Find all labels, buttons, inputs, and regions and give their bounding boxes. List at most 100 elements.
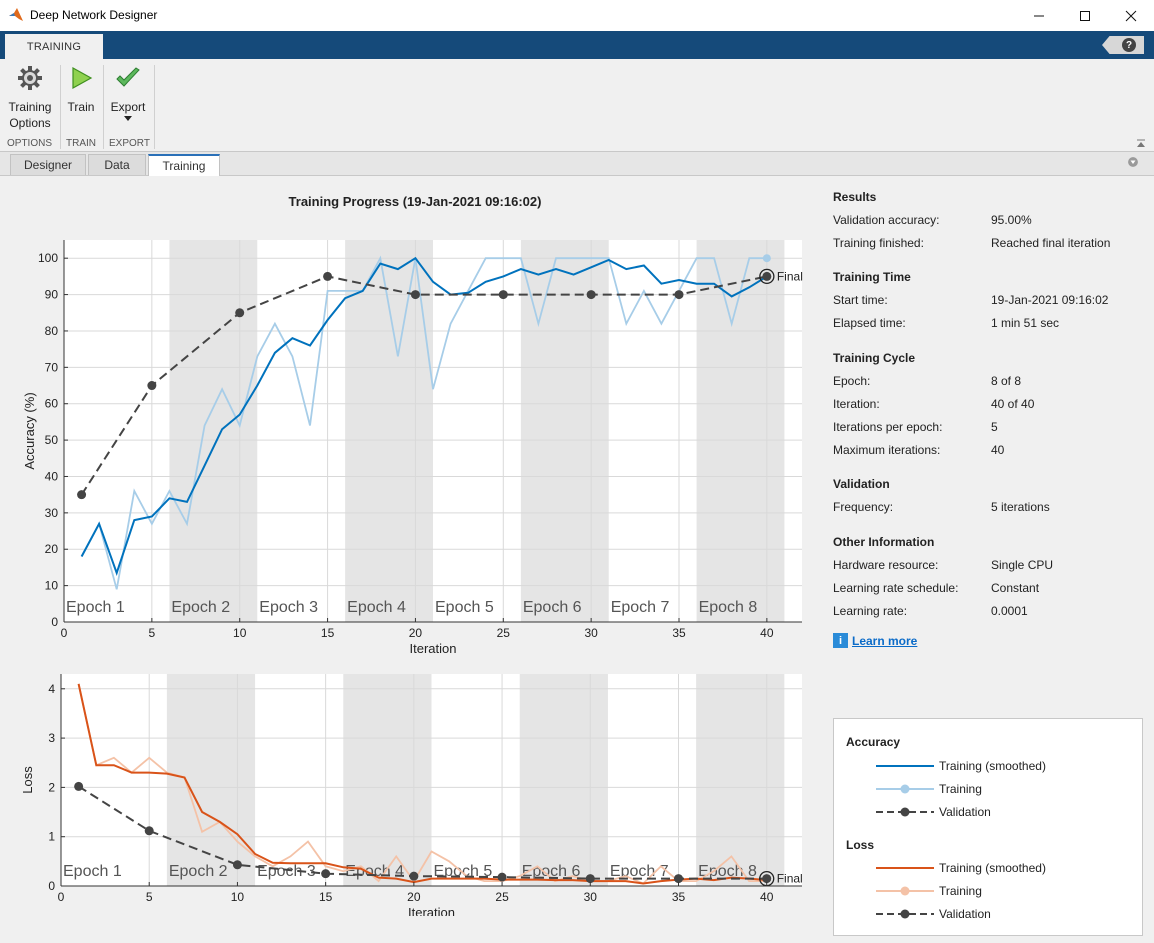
- finished-label: Training finished:: [833, 236, 924, 250]
- close-icon: [1125, 10, 1137, 21]
- acc-y-tick-label: 10: [45, 579, 59, 593]
- acc-y-tick-label: 80: [45, 324, 59, 338]
- start-time-label: Start time:: [833, 293, 888, 307]
- minimize-button[interactable]: [1016, 0, 1062, 31]
- acc-y-tick-label: 90: [45, 288, 59, 302]
- validation-heading: Validation: [833, 477, 890, 491]
- loss-validation-point: [74, 781, 84, 791]
- legend-loss-validation: Validation: [939, 907, 991, 921]
- legend-acc-smoothed-swatch: [876, 765, 934, 767]
- ribbon-bar: TRAINING ?: [0, 31, 1154, 59]
- acc-y-tick-label: 0: [51, 615, 58, 629]
- iter-per-epoch-value: 5: [991, 420, 998, 434]
- acc-epoch-band: [520, 240, 609, 622]
- export-button[interactable]: Export: [106, 65, 150, 123]
- learn-more-link[interactable]: Learn more: [852, 634, 917, 648]
- loss-x-tick-label: 35: [672, 890, 686, 904]
- loss-validation-point: [232, 860, 242, 870]
- loss-validation-point: [674, 874, 683, 884]
- acc-epoch-label: Epoch 7: [611, 599, 670, 616]
- ribbon-tab-training[interactable]: TRAINING: [5, 34, 103, 59]
- loss-x-tick-label: 20: [407, 890, 421, 904]
- acc-x-tick-label: 25: [497, 626, 511, 640]
- legend-loss-training-swatch: [876, 886, 934, 896]
- frequency-label: Frequency:: [833, 500, 894, 514]
- val-acc-value: 95.00%: [991, 213, 1032, 227]
- tab-data[interactable]: Data: [88, 154, 146, 175]
- minimize-icon: [1034, 15, 1044, 16]
- legend-loss-smoothed-swatch: [876, 867, 934, 869]
- training-time-heading: Training Time: [833, 270, 911, 284]
- legend-acc-training: Training: [939, 782, 982, 796]
- matlab-logo-icon: [9, 8, 23, 21]
- loss-y-axis-label: Loss: [20, 766, 35, 794]
- acc-x-tick-label: 15: [321, 626, 335, 640]
- window-title: Deep Network Designer: [30, 8, 158, 22]
- acc-epoch-label: Epoch 5: [435, 599, 494, 616]
- training-view: Training Progress (19-Jan-2021 09:16:02)…: [0, 176, 1154, 943]
- toolstrip: Training Options Train Export OPTIONS TR…: [0, 59, 1154, 152]
- epoch-value: 8 of 8: [991, 374, 1022, 388]
- loss-x-tick-label: 5: [146, 890, 153, 904]
- acc-validation-point: [410, 290, 420, 300]
- document-tabs: Designer Data Training: [0, 152, 1154, 176]
- dropdown-arrow-icon: [124, 116, 132, 121]
- legend-loss-validation-swatch: [876, 909, 934, 919]
- acc-validation-point: [586, 290, 596, 300]
- loss-validation-point: [585, 874, 595, 884]
- loss-y-tick-label: 3: [48, 731, 55, 745]
- lr-schedule-label: Learning rate schedule:: [833, 581, 959, 595]
- tab-training[interactable]: Training: [148, 154, 220, 176]
- section-options: OPTIONS: [7, 138, 53, 149]
- legend-loss-smoothed: Training (smoothed): [939, 861, 1046, 875]
- legend-accuracy-heading: Accuracy: [846, 735, 901, 749]
- training-options-button[interactable]: Training Options: [6, 65, 54, 131]
- acc-epoch-label: Epoch 4: [347, 599, 406, 616]
- loss-y-tick-label: 1: [48, 830, 55, 844]
- acc-validation-point: [674, 290, 684, 300]
- title-bar: Deep Network Designer: [0, 0, 1154, 31]
- max-iter-value: 40: [991, 443, 1005, 457]
- start-time-value: 19-Jan-2021 09:16:02: [991, 293, 1109, 307]
- maximize-icon: [1080, 10, 1090, 21]
- acc-validation-point: [235, 308, 245, 318]
- loss-epoch-band: [696, 674, 785, 886]
- acc-final-training-point: [762, 254, 771, 263]
- loss-epoch-label: Epoch 3: [257, 863, 316, 880]
- train-button[interactable]: Train: [64, 65, 98, 115]
- help-button[interactable]: ?: [1122, 38, 1136, 52]
- acc-final-label: Final: [777, 269, 803, 283]
- iter-per-epoch-label: Iterations per epoch:: [833, 420, 943, 434]
- learning-rate-label: Learning rate:: [833, 604, 908, 618]
- acc-x-tick-label: 30: [584, 626, 598, 640]
- loss-validation-point: [144, 826, 154, 836]
- loss-epoch-band: [166, 674, 256, 886]
- acc-x-tick-label: 10: [233, 626, 247, 640]
- loss-validation-point: [497, 872, 507, 882]
- close-button[interactable]: [1108, 0, 1154, 31]
- acc-epoch-band: [696, 240, 785, 622]
- loss-x-tick-label: 0: [58, 890, 65, 904]
- acc-y-tick-label: 20: [45, 542, 59, 556]
- tab-menu-icon[interactable]: [1128, 157, 1138, 167]
- lr-schedule-value: Constant: [991, 581, 1040, 595]
- acc-epoch-band: [169, 240, 258, 622]
- loss-y-tick-label: 2: [48, 780, 55, 794]
- acc-validation-point: [762, 271, 772, 281]
- loss-validation-point: [321, 869, 331, 879]
- loss-epoch-band: [519, 674, 608, 886]
- maximize-button[interactable]: [1062, 0, 1108, 31]
- learn-more-row: i Learn more: [833, 633, 917, 648]
- tab-designer[interactable]: Designer: [10, 154, 86, 175]
- iteration-label: Iteration:: [833, 397, 880, 411]
- loss-validation-point: [762, 874, 772, 884]
- legend-acc-validation-swatch: [876, 807, 934, 817]
- loss-epoch-label: Epoch 1: [63, 863, 122, 880]
- acc-epoch-label: Epoch 8: [699, 599, 758, 616]
- acc-y-axis-label: Accuracy (%): [22, 392, 37, 469]
- results-heading: Results: [833, 190, 877, 204]
- acc-x-axis-label: Iteration: [410, 641, 457, 656]
- collapse-toolstrip-icon[interactable]: [1136, 139, 1146, 149]
- checkmark-icon: [116, 67, 140, 87]
- loss-x-axis-label: Iteration: [408, 905, 455, 916]
